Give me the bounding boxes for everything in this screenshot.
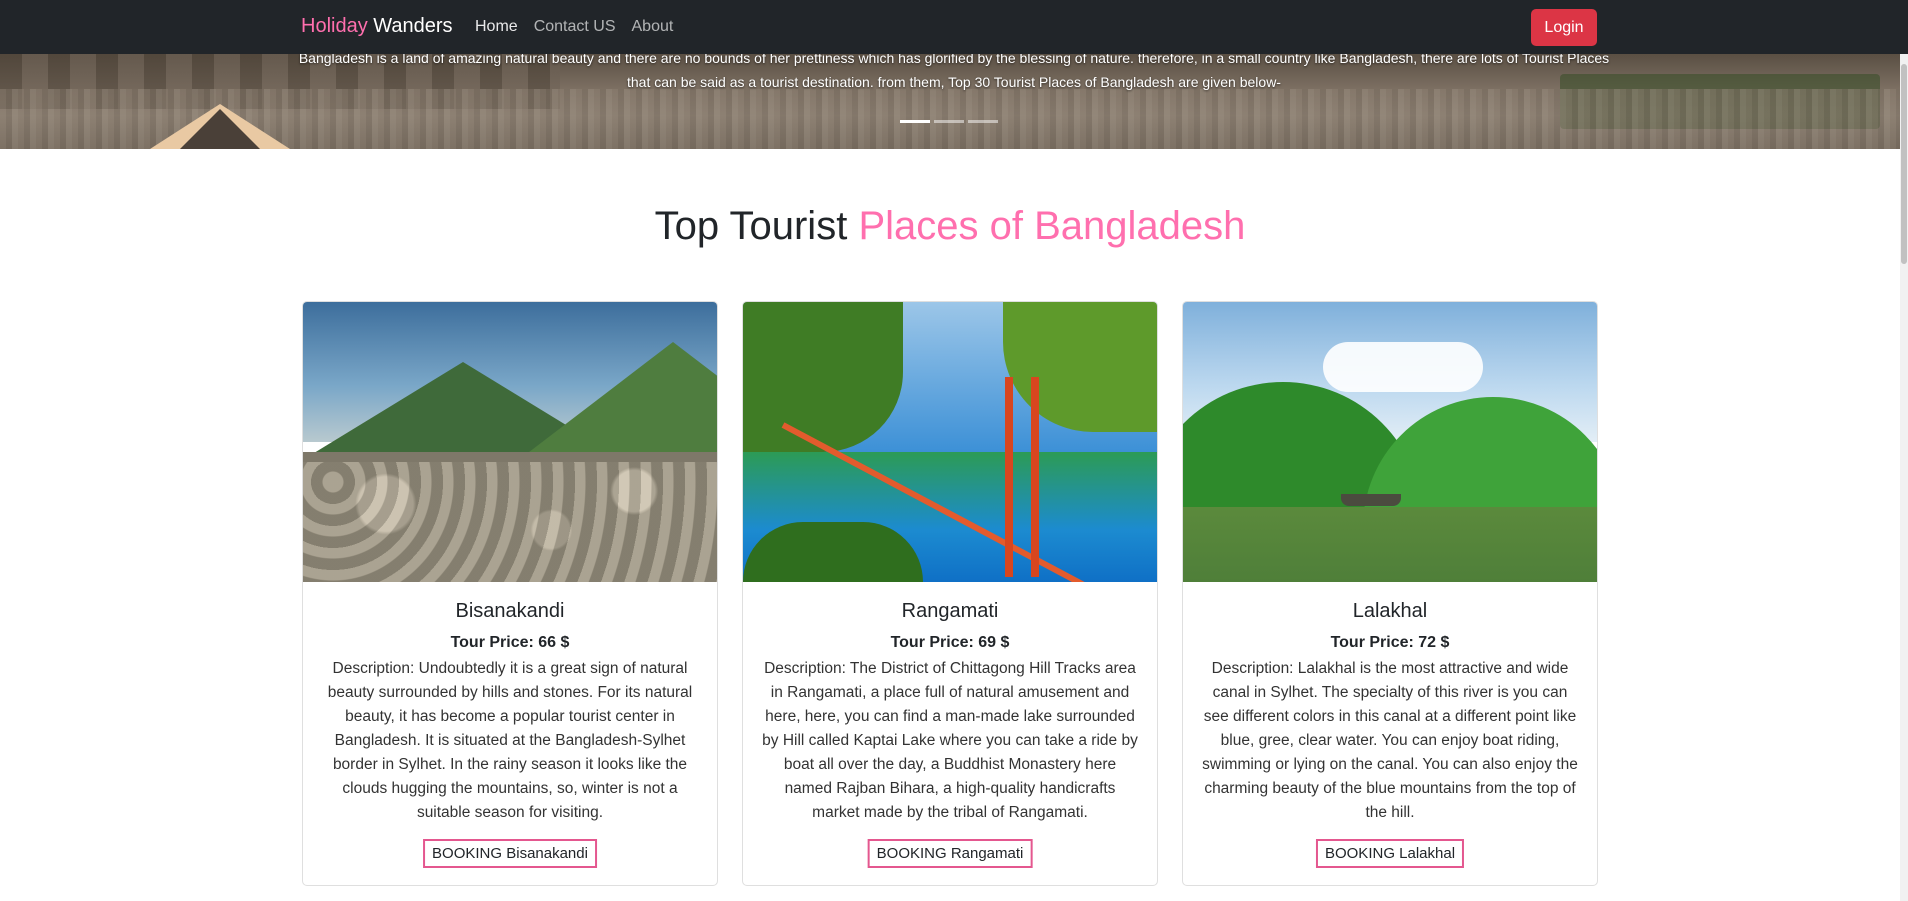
booking-button[interactable]: BOOKING Lalakhal — [1315, 839, 1465, 868]
section-title: Top Tourist Places of Bangladesh — [0, 204, 1900, 249]
hero-caption: Bangladesh is a land of amazing natural … — [298, 54, 1610, 90]
page-scrollbar[interactable] — [1900, 54, 1908, 901]
scrollbar-thumb[interactable] — [1901, 64, 1907, 264]
login-button[interactable]: Login — [1531, 9, 1597, 46]
brand-wanders: Wanders — [373, 15, 453, 37]
carousel-indicator-1[interactable] — [900, 120, 930, 123]
hero-carousel: Bangladesh is a land of amazing natural … — [0, 54, 1900, 149]
navbar: Holiday Wanders Home Contact US About Lo… — [0, 0, 1908, 54]
image-boat — [1341, 494, 1401, 506]
section-title-part2: Places of Bangladesh — [858, 204, 1246, 248]
tour-card-bisanakandi: Bisanakandi Tour Price: 66 $ Description… — [302, 301, 718, 886]
image-stones — [303, 462, 717, 582]
card-description: Description: The District of Chittagong … — [762, 660, 1138, 821]
tour-card-rangamati: Rangamati Tour Price: 69 $ Description: … — [742, 301, 1158, 886]
card-price: Tour Price: 66 $ — [450, 634, 570, 651]
nav-about[interactable]: About — [632, 18, 674, 36]
brand-logo[interactable]: Holiday Wanders — [301, 15, 453, 38]
card-title: Lalakhal — [1352, 600, 1428, 622]
nav-contact[interactable]: Contact US — [534, 18, 616, 36]
image-foliage — [743, 522, 923, 582]
card-image — [303, 302, 717, 582]
card-price: Tour Price: 72 $ — [1330, 634, 1450, 651]
carousel-indicator-2[interactable] — [934, 120, 964, 123]
card-description: Description: Lalakhal is the most attrac… — [1202, 660, 1578, 821]
card-price: Tour Price: 69 $ — [890, 634, 1010, 651]
section-title-part1: Top Tourist — [654, 204, 848, 248]
card-title: Bisanakandi — [455, 600, 565, 622]
brand-holiday: Holiday — [301, 15, 368, 37]
nav-links: Home Contact US About — [475, 18, 673, 36]
image-bridge-tower — [1005, 377, 1013, 577]
card-description: Description: Undoubtedly it is a great s… — [327, 660, 693, 821]
card-title: Rangamati — [901, 600, 999, 622]
image-river — [1183, 507, 1597, 582]
image-bridge-tower — [1031, 377, 1039, 577]
booking-button[interactable]: BOOKING Bisanakandi — [423, 839, 597, 868]
booking-button[interactable]: BOOKING Rangamati — [867, 839, 1033, 868]
card-image — [743, 302, 1157, 582]
hero-road-inner — [180, 109, 260, 149]
card-image — [1183, 302, 1597, 582]
nav-home[interactable]: Home — [475, 18, 518, 36]
image-cloud — [1323, 342, 1483, 392]
carousel-indicator-3[interactable] — [968, 120, 998, 123]
carousel-indicators — [900, 120, 998, 123]
tour-card-lalakhal: Lalakhal Tour Price: 72 $ Description: L… — [1182, 301, 1598, 886]
